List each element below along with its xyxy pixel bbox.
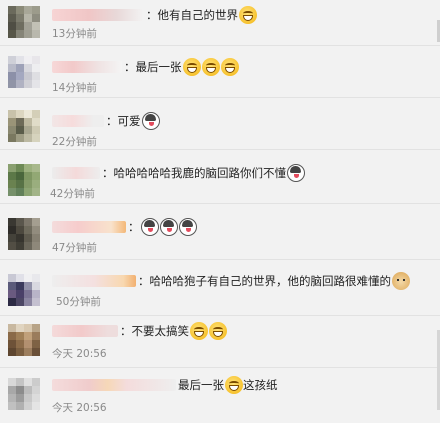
username-blurred[interactable] [52, 9, 144, 21]
husky-emoji-icon [159, 218, 178, 236]
laugh-emoji-icon [209, 322, 227, 340]
username-blurred[interactable] [52, 221, 126, 233]
comment-body: ：可爱 [106, 114, 141, 128]
comment-text: ： [128, 218, 197, 236]
username-blurred[interactable] [52, 61, 122, 73]
comment-body: ：哈哈哈哈哈我鹿的脑回路你们不懂 [102, 166, 286, 180]
username-blurred[interactable] [52, 379, 176, 391]
comment-body: ： [128, 220, 140, 234]
comment-text: ：他有自己的世界 [146, 6, 257, 24]
husky-emoji-icon [287, 164, 305, 182]
username-blurred[interactable] [52, 275, 136, 287]
avatar[interactable] [8, 6, 40, 38]
comment-time: 50分钟前 [56, 294, 101, 309]
husky-emoji-icon [141, 112, 160, 130]
comment-time-text: 42分钟前 [50, 188, 95, 200]
laugh-emoji-icon [239, 6, 257, 24]
comment-body: ：不要太搞笑 [120, 324, 189, 338]
comment-item[interactable]: ：最后一张 14分钟前 [0, 46, 440, 98]
laugh-emoji-icon [220, 58, 239, 76]
comment-body-after: 这孩纸 [243, 378, 278, 392]
comment-body: 最后一张 [178, 378, 224, 392]
comment-time-text: 14分钟前 [52, 82, 97, 94]
comment-item[interactable]: ：哈哈哈狍子有自己的世界，他的脑回路很难懂的 50分钟前 [0, 260, 440, 316]
laugh-emoji-icon [182, 58, 201, 76]
username-blurred[interactable] [52, 325, 118, 337]
comment-text: ：哈哈哈狍子有自己的世界，他的脑回路很难懂的 [138, 272, 410, 290]
username-blurred[interactable] [52, 167, 100, 179]
comment-time: 今天 20:56 [52, 348, 107, 360]
avatar[interactable] [8, 56, 40, 88]
comment-time: 14分钟前 [52, 80, 97, 95]
comment-item[interactable]: ： 47分钟前 [0, 204, 440, 260]
avatar[interactable] [8, 378, 40, 410]
avatar[interactable] [8, 274, 40, 306]
comment-time: 47分钟前 [52, 242, 97, 254]
avatar[interactable] [8, 164, 40, 196]
avatar[interactable] [8, 218, 40, 250]
comment-time-text: 50分钟前 [56, 296, 101, 308]
comment-body: ：最后一张 [124, 60, 182, 74]
doge-emoji-icon [392, 272, 410, 290]
username-blurred[interactable] [52, 115, 104, 127]
comment-item[interactable]: ：可爱 22分钟前 [0, 98, 440, 150]
husky-emoji-icon [178, 218, 197, 236]
laugh-emoji-icon [201, 58, 220, 76]
comment-time: 42分钟前 [50, 186, 95, 201]
comment-item[interactable]: ：哈哈哈哈哈我鹿的脑回路你们不懂 42分钟前 [0, 150, 440, 204]
comment-text: ：不要太搞笑 [120, 322, 227, 340]
comment-item[interactable]: ：他有自己的世界 13分钟前 [0, 0, 440, 46]
comment-time: 22分钟前 [52, 136, 97, 148]
comment-text: ：可爱 [106, 112, 160, 130]
husky-emoji-icon [140, 218, 159, 236]
comment-item[interactable]: 最后一张 这孩纸 今天 20:56 [0, 368, 440, 423]
avatar[interactable] [8, 324, 40, 356]
comment-text: ：最后一张 [124, 58, 239, 76]
comment-item[interactable]: ：不要太搞笑 今天 20:56 [0, 316, 440, 368]
laugh-emoji-icon [225, 376, 243, 394]
laugh-emoji-icon [190, 322, 208, 340]
comment-text: ：哈哈哈哈哈我鹿的脑回路你们不懂 [102, 164, 305, 182]
comment-text: 最后一张 这孩纸 [178, 376, 278, 394]
comment-time: 13分钟前 [52, 28, 97, 40]
comment-time: 今天 20:56 [52, 402, 107, 414]
avatar[interactable] [8, 110, 40, 142]
comment-body: ：他有自己的世界 [146, 8, 238, 22]
comment-body: ：哈哈哈狍子有自己的世界，他的脑回路很难懂的 [138, 274, 391, 288]
